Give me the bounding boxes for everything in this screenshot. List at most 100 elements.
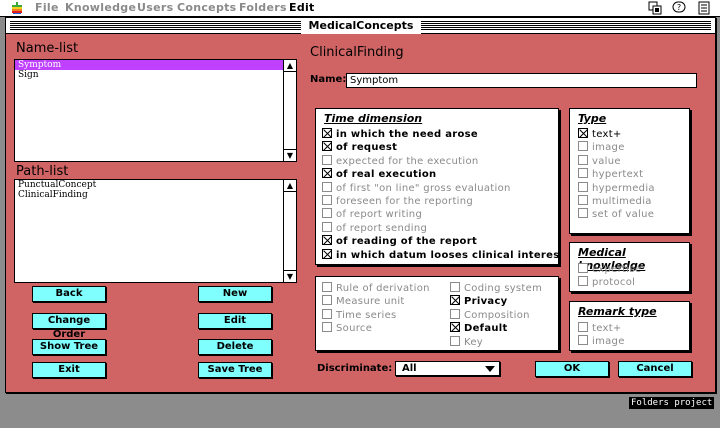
option-row[interactable]: set of value xyxy=(578,208,654,221)
menu-file[interactable]: File xyxy=(35,1,59,14)
edit-button[interactable]: Edit xyxy=(198,313,272,329)
option-row[interactable]: of request xyxy=(322,141,397,154)
checkbox-icon[interactable] xyxy=(322,221,332,232)
option-row[interactable]: hypertext xyxy=(578,168,643,181)
menu-concepts[interactable]: Concepts xyxy=(177,1,237,14)
option-row[interactable]: Composition xyxy=(450,308,530,322)
checkbox-checked-icon[interactable] xyxy=(322,128,332,138)
checkbox-icon[interactable] xyxy=(578,276,588,287)
help-balloon-icon[interactable]: ? xyxy=(672,1,686,15)
back-button[interactable]: Back xyxy=(32,286,106,302)
option-row[interactable]: protocol xyxy=(578,276,635,289)
application-icon[interactable] xyxy=(697,1,711,15)
option-row[interactable]: expertise xyxy=(578,263,641,276)
option-row[interactable]: Rule of derivation xyxy=(322,282,430,295)
title-bar[interactable]: MedicalConcepts xyxy=(6,18,715,34)
checkbox-icon[interactable] xyxy=(578,208,588,219)
checkbox-checked-icon[interactable] xyxy=(322,168,332,179)
new-button[interactable]: New xyxy=(198,286,272,302)
option-row[interactable]: text+ xyxy=(578,128,622,141)
menu-knowledge[interactable]: Knowledge xyxy=(65,1,136,14)
checkbox-icon[interactable] xyxy=(322,181,332,192)
option-row[interactable]: foreseen for the reporting xyxy=(322,195,473,208)
option-row[interactable]: of report writing xyxy=(322,208,422,221)
list-item[interactable]: PunctualConcept xyxy=(15,180,296,190)
name-list-scrollbar[interactable]: ▲ ▼ xyxy=(283,60,296,161)
option-row[interactable]: in which datum looses clinical interes xyxy=(322,248,559,262)
scroll-up-icon[interactable]: ▲ xyxy=(284,60,296,72)
name-list[interactable]: Symptom Sign ▲ ▼ xyxy=(14,59,297,162)
checkbox-checked-icon[interactable] xyxy=(322,248,332,259)
checkbox-icon[interactable] xyxy=(322,195,332,205)
option-row[interactable]: text+ xyxy=(578,322,622,335)
ok-button[interactable]: OK xyxy=(535,361,609,377)
option-row[interactable]: of reading of the report xyxy=(322,235,477,248)
option-row[interactable]: Key xyxy=(450,335,483,349)
option-label: Time series xyxy=(336,309,397,321)
checkbox-icon[interactable] xyxy=(578,322,588,332)
option-row[interactable]: in which the need arose xyxy=(322,128,478,141)
list-item[interactable]: Sign xyxy=(15,70,296,80)
option-row[interactable]: value xyxy=(578,154,621,168)
path-list[interactable]: PunctualConcept ClinicalFinding ▲ ▼ xyxy=(14,179,297,283)
option-row[interactable]: Time series xyxy=(322,308,397,322)
checkbox-icon[interactable] xyxy=(578,141,588,152)
scroll-up-icon[interactable]: ▲ xyxy=(284,180,296,192)
option-row[interactable]: hypermedia xyxy=(578,181,655,195)
option-row[interactable]: Coding system xyxy=(450,282,542,295)
checkbox-icon[interactable] xyxy=(322,282,332,292)
option-row[interactable]: expected for the execution xyxy=(322,154,479,168)
cancel-button[interactable]: Cancel xyxy=(618,361,692,377)
change-order-button[interactable]: Change Order xyxy=(32,313,106,340)
apple-menu-icon[interactable] xyxy=(10,1,24,15)
delete-button[interactable]: Delete xyxy=(198,339,272,355)
option-row[interactable]: image xyxy=(578,141,625,154)
option-label: expected for the execution xyxy=(336,155,479,167)
window-switch-icon[interactable] xyxy=(648,1,662,15)
path-list-scrollbar[interactable]: ▲ ▼ xyxy=(283,180,296,282)
name-list-label: Name-list xyxy=(16,41,79,56)
checkbox-checked-icon[interactable] xyxy=(578,128,588,138)
list-item[interactable]: Symptom xyxy=(15,60,283,70)
option-row[interactable]: of real execution xyxy=(322,168,436,181)
scroll-down-icon[interactable]: ▼ xyxy=(284,270,296,282)
checkbox-icon[interactable] xyxy=(578,263,588,273)
checkbox-icon[interactable] xyxy=(578,181,588,192)
type-title: Type xyxy=(578,112,607,125)
option-row[interactable]: Privacy xyxy=(450,295,508,308)
checkbox-icon[interactable] xyxy=(322,295,332,306)
discriminate-select[interactable]: All xyxy=(395,361,500,376)
menu-users[interactable]: Users xyxy=(137,1,173,14)
checkbox-icon[interactable] xyxy=(578,195,588,205)
exit-button[interactable]: Exit xyxy=(32,362,106,378)
checkbox-icon[interactable] xyxy=(322,208,332,219)
scroll-down-icon[interactable]: ▼ xyxy=(284,149,296,161)
checkbox-icon[interactable] xyxy=(450,282,460,292)
checkbox-icon[interactable] xyxy=(450,335,460,346)
option-row[interactable]: Measure unit xyxy=(322,295,405,308)
option-row[interactable]: of first "on line" gross evaluation xyxy=(322,181,511,195)
checkbox-checked-icon[interactable] xyxy=(322,235,332,246)
checkbox-icon[interactable] xyxy=(578,335,588,346)
option-row[interactable]: Default xyxy=(450,322,508,335)
menu-folders[interactable]: Folders xyxy=(239,1,287,14)
option-row[interactable]: multimedia xyxy=(578,195,652,208)
checkbox-icon[interactable] xyxy=(322,154,332,165)
window-title: MedicalConcepts xyxy=(301,18,421,34)
checkbox-checked-icon[interactable] xyxy=(450,295,460,306)
checkbox-icon[interactable] xyxy=(322,308,332,319)
save-tree-button[interactable]: Save Tree xyxy=(198,362,272,378)
list-item[interactable]: ClinicalFinding xyxy=(15,190,296,200)
checkbox-icon[interactable] xyxy=(578,168,588,179)
option-row[interactable]: image xyxy=(578,335,625,348)
option-row[interactable]: of report sending xyxy=(322,221,427,235)
checkbox-icon[interactable] xyxy=(578,154,588,165)
checkbox-icon[interactable] xyxy=(450,308,460,319)
menu-edit[interactable]: Edit xyxy=(289,1,315,14)
checkbox-icon[interactable] xyxy=(322,322,332,333)
option-row[interactable]: Source xyxy=(322,322,372,335)
checkbox-checked-icon[interactable] xyxy=(322,141,332,152)
checkbox-checked-icon[interactable] xyxy=(450,322,460,333)
name-field[interactable]: Symptom xyxy=(346,73,697,88)
show-tree-button[interactable]: Show Tree xyxy=(32,339,106,355)
